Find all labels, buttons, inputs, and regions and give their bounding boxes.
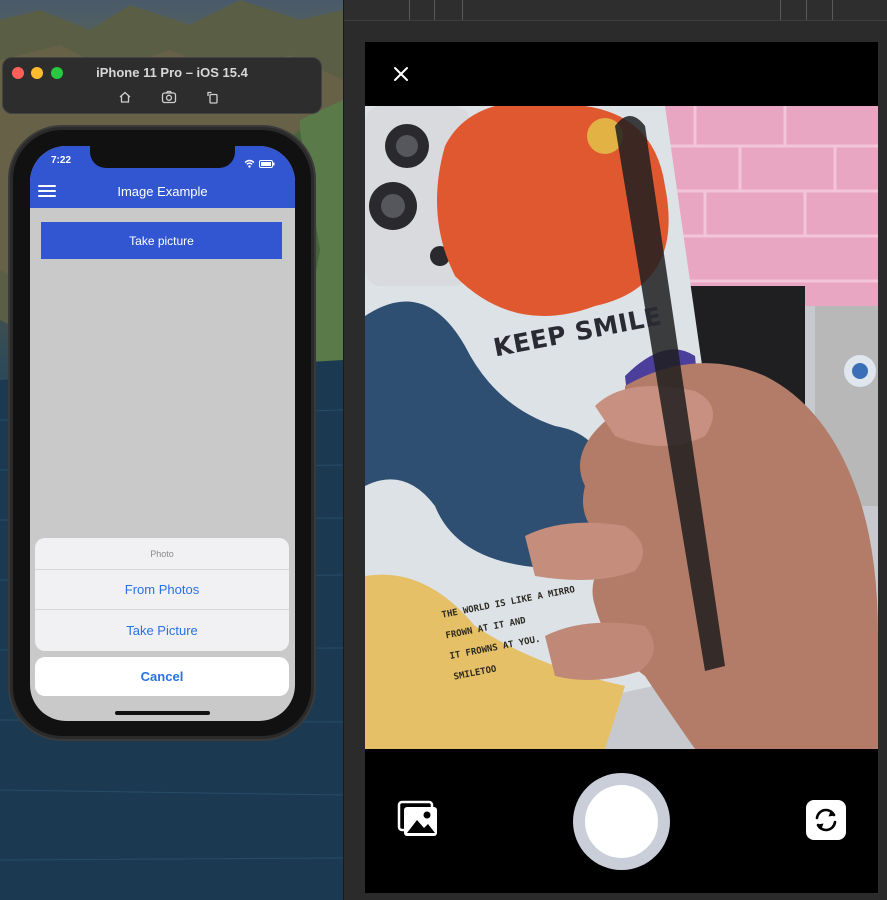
camera-view: KEEP SMILE THE WORLD IS LIKE A MIRRO FRO… <box>365 42 878 893</box>
action-sheet-title: Photo <box>35 538 289 570</box>
rotate-icon[interactable] <box>203 88 223 106</box>
status-time: 7:22 <box>51 155 72 166</box>
take-picture-option[interactable]: Take Picture <box>35 610 289 650</box>
screenshot-icon[interactable] <box>159 88 179 106</box>
simulator-titlebar: iPhone 11 Pro – iOS 15.4 <box>2 57 322 114</box>
app-navbar: Image Example <box>30 174 295 208</box>
action-sheet: Photo From Photos Take Picture <box>35 538 289 651</box>
home-icon[interactable] <box>115 88 135 106</box>
shutter-button[interactable] <box>573 773 670 870</box>
notch <box>90 146 235 168</box>
close-icon[interactable] <box>391 64 411 84</box>
editor-pane: KEEP SMILE THE WORLD IS LIKE A MIRRO FRO… <box>343 0 887 900</box>
home-indicator <box>115 711 210 715</box>
gallery-icon[interactable] <box>397 800 439 838</box>
take-picture-button[interactable]: Take picture <box>41 222 282 259</box>
simulator-toolbar <box>115 88 223 106</box>
page-title: Image Example <box>117 184 208 199</box>
wifi-icon <box>244 155 255 173</box>
flip-camera-icon[interactable] <box>806 800 846 840</box>
phone-screen: 7:22 Image Example Take picture Photo Fr… <box>30 146 295 721</box>
battery-icon <box>259 155 275 173</box>
cancel-button[interactable]: Cancel <box>35 657 289 696</box>
simulator-title: iPhone 11 Pro – iOS 15.4 <box>96 65 248 80</box>
camera-viewfinder: KEEP SMILE THE WORLD IS LIKE A MIRRO FRO… <box>365 106 878 749</box>
from-photos-option[interactable]: From Photos <box>35 570 289 610</box>
toolbar-ruler <box>344 0 887 21</box>
